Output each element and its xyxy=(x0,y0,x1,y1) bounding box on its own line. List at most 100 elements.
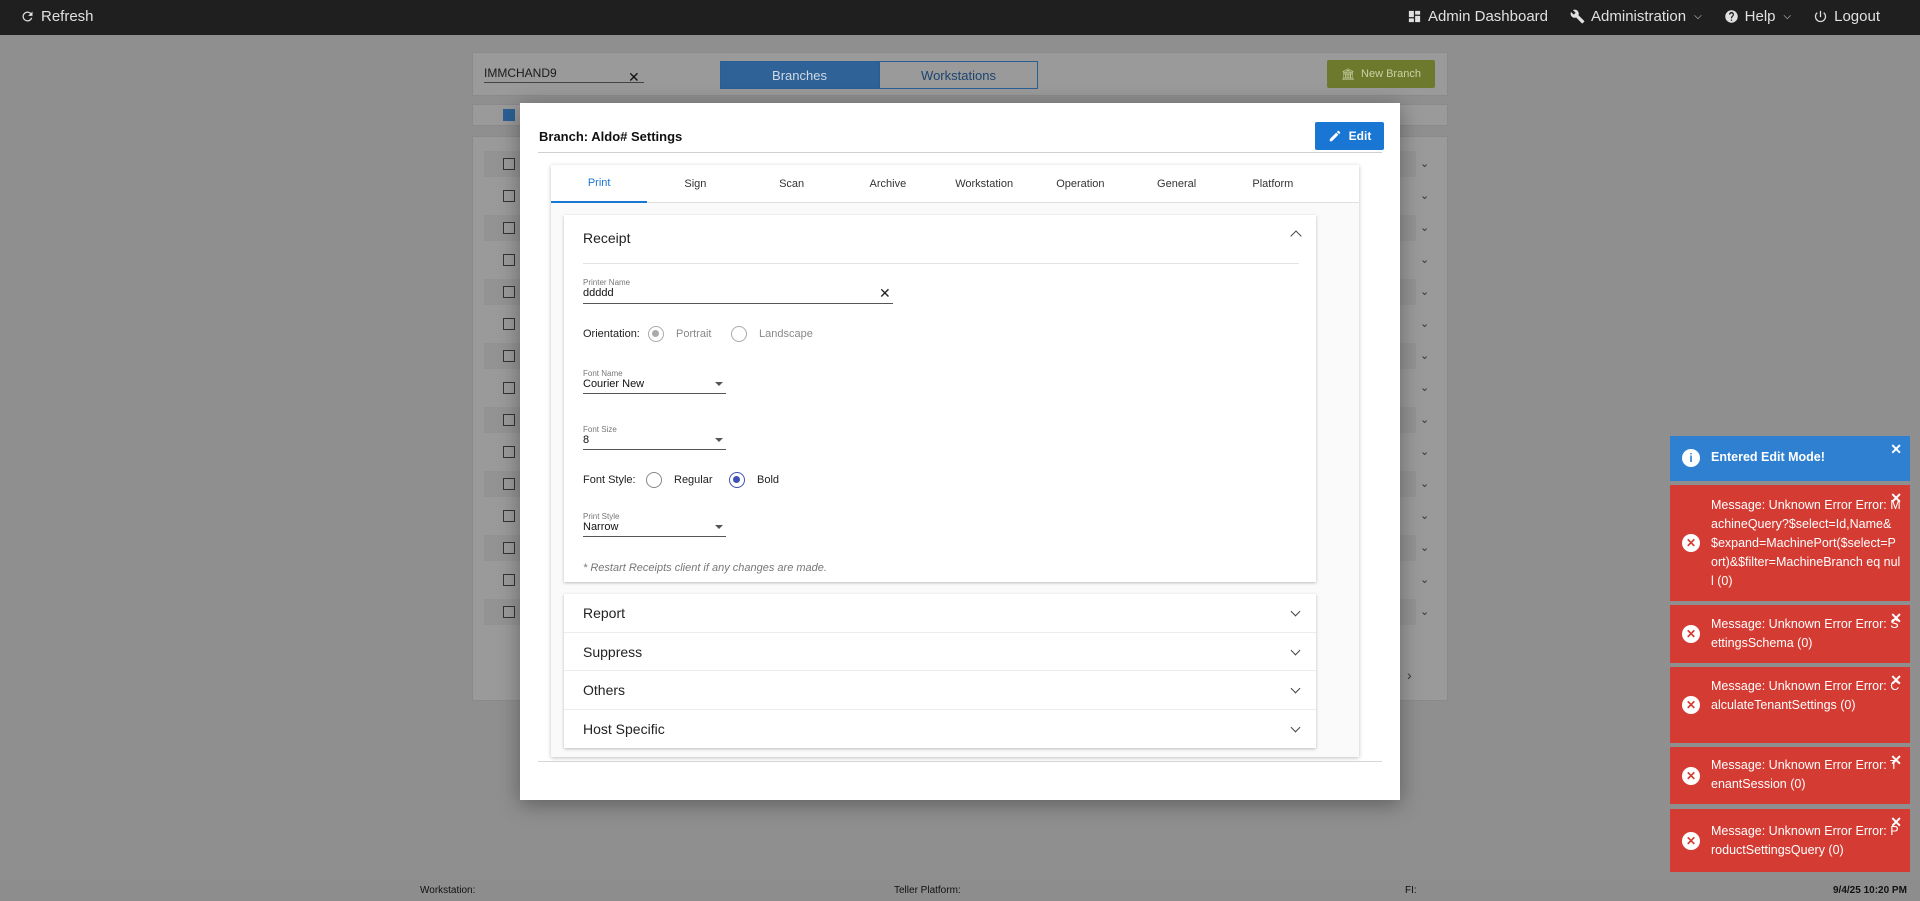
next-page-icon[interactable]: › xyxy=(1407,667,1412,683)
row-checkbox[interactable] xyxy=(503,606,515,618)
toast-error[interactable]: ✕ Message: Unknown Error Error: Settings… xyxy=(1670,605,1910,663)
report-section[interactable]: Report xyxy=(564,594,1316,633)
font-style-bold-radio[interactable] xyxy=(729,472,745,488)
dropdown-arrow-icon[interactable] xyxy=(715,438,723,442)
toast-info[interactable]: i Entered Edit Mode! ✕ xyxy=(1670,436,1910,481)
chevron-up-icon[interactable] xyxy=(1290,230,1302,242)
toast-error[interactable]: ✕ Message: Unknown Error Error: ProductS… xyxy=(1670,809,1910,872)
row-checkbox[interactable] xyxy=(503,350,515,362)
chevron-down-icon[interactable]: ⌄ xyxy=(1420,285,1429,298)
chevron-down-icon[interactable]: ⌄ xyxy=(1420,605,1429,618)
chevron-down-icon: ⌵ xyxy=(1783,11,1792,22)
tab-print[interactable]: Print xyxy=(551,165,648,203)
refresh-label: Refresh xyxy=(41,8,94,25)
administration-label: Administration xyxy=(1591,8,1687,25)
font-name-underline xyxy=(583,393,726,394)
chevron-down-icon[interactable]: ⌄ xyxy=(1420,349,1429,362)
chevron-down-icon[interactable]: ⌄ xyxy=(1420,253,1429,266)
close-icon[interactable]: ✕ xyxy=(1890,813,1902,832)
row-checkbox[interactable] xyxy=(503,254,515,266)
row-checkbox[interactable] xyxy=(503,446,515,458)
branch-search-input[interactable]: IMMCHAND9 xyxy=(484,66,644,83)
help-menu[interactable]: Help ⌵ xyxy=(1724,8,1791,25)
row-checkbox[interactable] xyxy=(503,382,515,394)
print-style-select[interactable]: Narrow xyxy=(583,521,618,533)
administration-menu[interactable]: Administration ⌵ xyxy=(1570,8,1702,25)
chevron-down-icon[interactable]: ⌄ xyxy=(1420,445,1429,458)
row-checkbox[interactable] xyxy=(503,190,515,202)
close-icon[interactable]: ✕ xyxy=(1890,671,1902,690)
close-icon[interactable]: ✕ xyxy=(1890,489,1902,508)
row-checkbox[interactable] xyxy=(503,414,515,426)
error-icon: ✕ xyxy=(1682,696,1700,714)
close-icon[interactable]: ✕ xyxy=(1890,751,1902,770)
toast-message: Message: Unknown Error Error: CalculateT… xyxy=(1711,679,1900,712)
dropdown-arrow-icon[interactable] xyxy=(715,525,723,529)
row-checkbox[interactable] xyxy=(503,286,515,298)
refresh-button[interactable]: Refresh xyxy=(20,8,94,25)
toast-error[interactable]: ✕ Message: Unknown Error Error: Calculat… xyxy=(1670,667,1910,743)
orientation-portrait-radio[interactable] xyxy=(648,326,664,342)
chevron-down-icon[interactable]: ⌄ xyxy=(1420,413,1429,426)
close-icon[interactable]: ✕ xyxy=(1890,609,1902,628)
font-size-select[interactable]: 8 xyxy=(583,434,589,446)
others-section[interactable]: Others xyxy=(564,671,1316,710)
chevron-down-icon[interactable]: ⌄ xyxy=(1420,189,1429,202)
tab-archive[interactable]: Archive xyxy=(840,165,936,203)
toast-error[interactable]: ✕ Message: Unknown Error Error: MachineQ… xyxy=(1670,485,1910,601)
receipt-section-title[interactable]: Receipt xyxy=(583,230,630,246)
font-style-regular-radio[interactable] xyxy=(646,472,662,488)
tab-scan[interactable]: Scan xyxy=(744,165,840,203)
dashboard-icon xyxy=(1408,10,1421,23)
chevron-down-icon[interactable]: ⌄ xyxy=(1420,221,1429,234)
pencil-icon xyxy=(1329,130,1340,142)
font-name-label: Font Name xyxy=(583,369,623,378)
chevron-down-icon[interactable]: ⌄ xyxy=(1420,157,1429,170)
row-checkbox[interactable] xyxy=(503,222,515,234)
close-icon[interactable]: ✕ xyxy=(1890,440,1902,459)
row-checkbox[interactable] xyxy=(503,574,515,586)
error-icon: ✕ xyxy=(1682,767,1700,785)
tab-branches[interactable]: Branches xyxy=(720,61,879,89)
row-checkbox[interactable] xyxy=(503,158,515,170)
view-toggle: Branches Workstations xyxy=(720,61,1038,89)
logout-button[interactable]: Logout xyxy=(1813,8,1880,25)
row-checkbox[interactable] xyxy=(503,510,515,522)
edit-button[interactable]: Edit xyxy=(1315,122,1384,150)
clear-search-icon[interactable]: ✕ xyxy=(628,69,640,86)
printer-name-input[interactable]: ddddd xyxy=(583,287,614,299)
toast-message: Message: Unknown Error Error: SettingsSc… xyxy=(1711,617,1899,650)
chevron-down-icon xyxy=(1290,606,1301,617)
row-checkbox[interactable] xyxy=(503,542,515,554)
select-all-checkbox[interactable] xyxy=(503,109,515,121)
clear-printer-name-icon[interactable]: ✕ xyxy=(879,285,891,302)
toast-message: Message: Unknown Error Error: MachineQue… xyxy=(1711,498,1901,588)
settings-tabs: Print Sign Scan Archive Workstation Oper… xyxy=(551,165,1359,203)
chevron-down-icon[interactable]: ⌄ xyxy=(1420,477,1429,490)
report-section-title: Report xyxy=(583,605,626,621)
chevron-down-icon[interactable]: ⌄ xyxy=(1420,573,1429,586)
chevron-down-icon[interactable]: ⌄ xyxy=(1420,381,1429,394)
dropdown-arrow-icon[interactable] xyxy=(715,382,723,386)
tab-operation[interactable]: Operation xyxy=(1032,165,1128,203)
admin-dashboard-link[interactable]: Admin Dashboard xyxy=(1407,8,1548,25)
row-checkbox[interactable] xyxy=(503,478,515,490)
chevron-down-icon xyxy=(1290,645,1301,655)
chevron-down-icon[interactable]: ⌄ xyxy=(1420,509,1429,522)
tab-platform[interactable]: Platform xyxy=(1225,165,1321,203)
chevron-down-icon[interactable]: ⌄ xyxy=(1420,541,1429,554)
host-specific-section[interactable]: Host Specific xyxy=(564,710,1316,749)
tab-general[interactable]: General xyxy=(1129,165,1225,203)
chevron-down-icon[interactable]: ⌄ xyxy=(1420,317,1429,330)
tab-workstation[interactable]: Workstation xyxy=(936,165,1032,203)
tab-sign[interactable]: Sign xyxy=(647,165,743,203)
font-name-select[interactable]: Courier New xyxy=(583,378,644,390)
toast-error[interactable]: ✕ Message: Unknown Error Error: TenantSe… xyxy=(1670,747,1910,804)
orientation-landscape-radio[interactable] xyxy=(731,326,747,342)
row-checkbox[interactable] xyxy=(503,318,515,330)
tab-workstations[interactable]: Workstations xyxy=(879,61,1038,89)
receipt-section: Receipt Printer Name ddddd ✕ Orientation… xyxy=(564,215,1316,582)
new-branch-button[interactable]: 🏛 New Branch xyxy=(1327,60,1435,88)
suppress-section[interactable]: Suppress xyxy=(564,633,1316,671)
fi-label: FI: xyxy=(1405,885,1417,896)
